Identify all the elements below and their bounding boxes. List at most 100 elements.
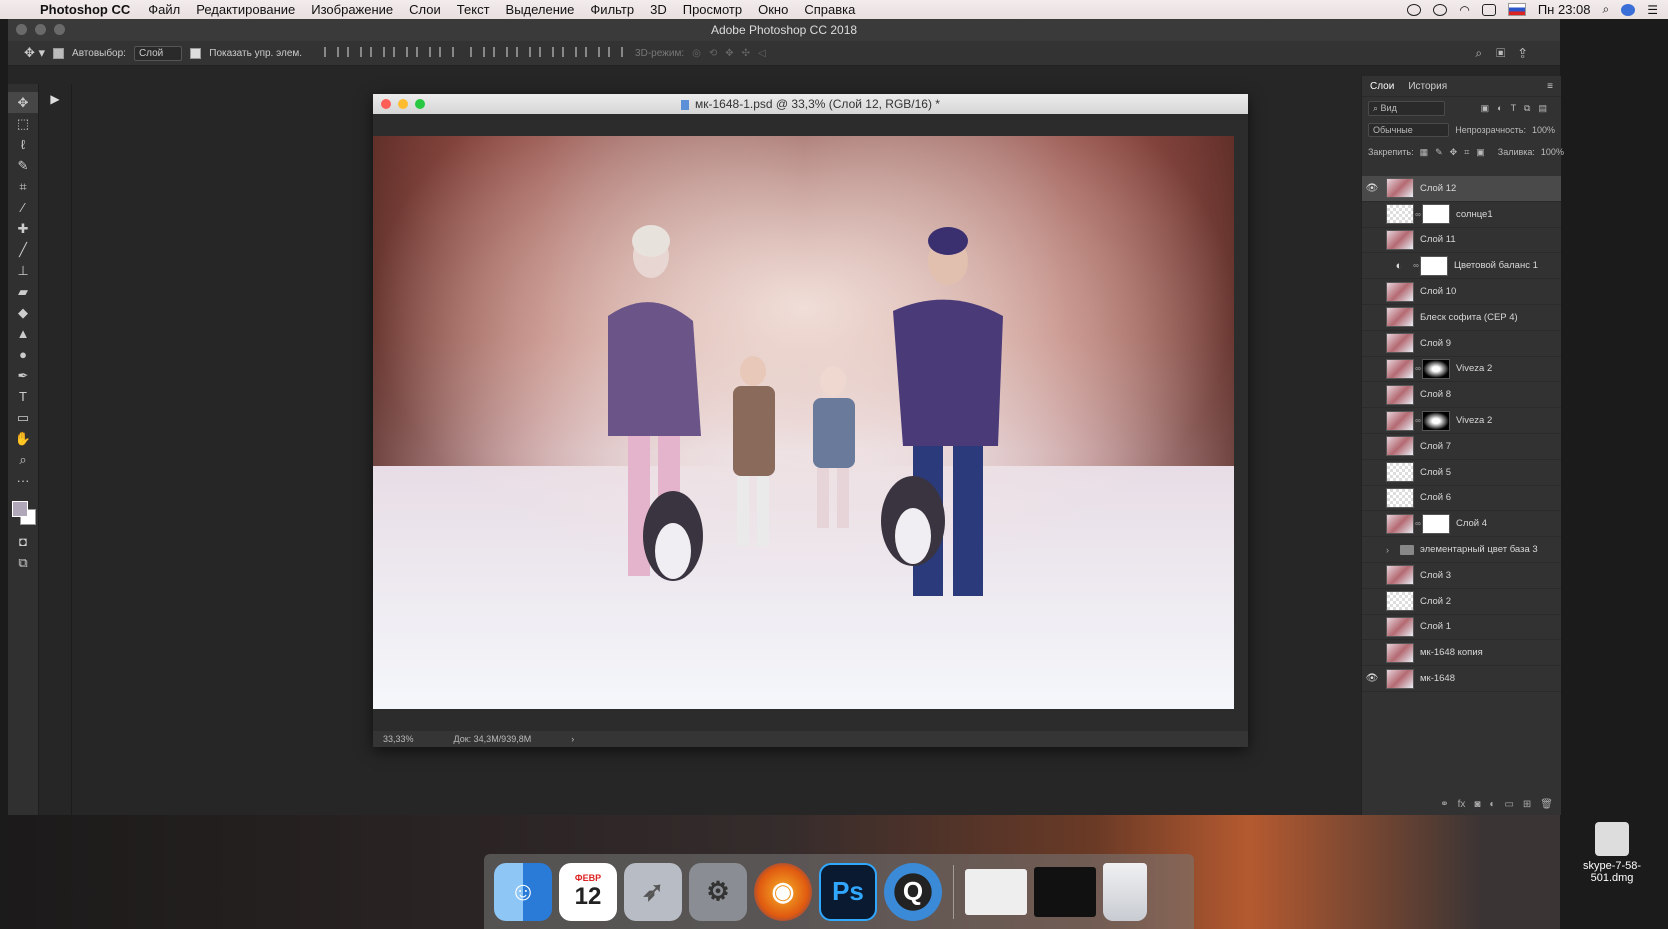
layer-row[interactable]: Блеск софита (СЕР 4) bbox=[1362, 305, 1561, 331]
minimize-doc-button[interactable] bbox=[398, 99, 408, 109]
layer-row[interactable]: Слой 1 bbox=[1362, 615, 1561, 641]
eyedropper-tool-icon[interactable]: ⁄ bbox=[8, 197, 38, 218]
adjustment-layer-icon[interactable]: ◐ bbox=[1489, 799, 1495, 810]
align-left-icon[interactable] bbox=[393, 46, 409, 57]
menu-text[interactable]: Текст bbox=[457, 2, 490, 17]
layer-row[interactable]: 👁 мк-1648 bbox=[1362, 666, 1561, 692]
firefox-icon[interactable]: ◉ bbox=[754, 862, 812, 921]
distribute-right-icon[interactable] bbox=[585, 46, 601, 57]
layer-row[interactable]: Слой 2 bbox=[1362, 589, 1561, 615]
zoom-window-button[interactable] bbox=[54, 24, 65, 35]
desktop-file-dmg[interactable]: skype-7-58-501.dmg bbox=[1565, 822, 1659, 884]
paint-bucket-tool-icon[interactable]: ◆ bbox=[8, 302, 38, 323]
screen-mode-icon[interactable]: ⧉ bbox=[8, 552, 38, 573]
layer-style-fx-icon[interactable]: fx bbox=[1458, 799, 1466, 810]
mask-link-icon[interactable]: ∞ bbox=[1414, 519, 1422, 528]
show-transform-controls-checkbox[interactable] bbox=[190, 47, 202, 59]
layer-row[interactable]: Слой 10 bbox=[1362, 279, 1561, 305]
zoom-level[interactable]: 33,33% bbox=[383, 734, 414, 744]
brush-tool-icon[interactable]: ╱ bbox=[8, 239, 38, 260]
input-source-flag-icon[interactable] bbox=[1507, 3, 1526, 16]
layer-row[interactable]: 👁 Слой 12 bbox=[1362, 176, 1561, 202]
group-expand-chevron-icon[interactable]: › bbox=[1386, 545, 1396, 555]
layer-mask-thumbnail[interactable] bbox=[1420, 255, 1448, 276]
record-icon[interactable] bbox=[1407, 3, 1422, 16]
align-buttons[interactable] bbox=[320, 46, 458, 60]
new-layer-icon[interactable]: ⊞ bbox=[1523, 799, 1531, 810]
close-window-button[interactable] bbox=[16, 24, 27, 35]
distribute-left-icon[interactable] bbox=[539, 46, 555, 57]
firefox-window-thumbnail-icon[interactable] bbox=[965, 868, 1027, 915]
wifi-icon[interactable]: ◠ bbox=[1459, 3, 1469, 17]
move-tool-icon[interactable]: ✥ bbox=[8, 92, 38, 113]
layer-row[interactable]: Слой 6 bbox=[1362, 486, 1561, 512]
layer-mask-thumbnail[interactable] bbox=[1422, 358, 1450, 379]
calendar-icon[interactable]: ФЕВР 12 bbox=[559, 862, 617, 921]
photoshop-window-thumbnail-icon[interactable] bbox=[1034, 866, 1096, 917]
hand-tool-icon[interactable]: ✋ bbox=[8, 428, 38, 449]
trash-icon[interactable] bbox=[1103, 862, 1147, 921]
layer-mask-thumbnail[interactable] bbox=[1422, 513, 1450, 534]
distribute-top-icon[interactable] bbox=[470, 46, 486, 57]
foreground-color-swatch[interactable] bbox=[12, 501, 28, 517]
mask-link-icon[interactable]: ∞ bbox=[1414, 416, 1422, 425]
eraser-tool-icon[interactable]: ▰ bbox=[8, 281, 38, 302]
add-mask-icon[interactable]: ◙ bbox=[1474, 799, 1480, 810]
layer-row[interactable]: Слой 8 bbox=[1362, 382, 1561, 409]
healing-brush-tool-icon[interactable]: ✚ bbox=[8, 218, 38, 239]
launchpad-rocket-icon[interactable]: ➶ bbox=[624, 862, 682, 921]
align-top-icon[interactable] bbox=[324, 46, 340, 57]
opacity-value[interactable]: 100% bbox=[1532, 125, 1555, 135]
align-right-icon[interactable] bbox=[439, 46, 455, 57]
siri-icon[interactable] bbox=[1621, 3, 1636, 16]
quick-select-tool-icon[interactable]: ✎ bbox=[8, 155, 38, 176]
distribute-buttons[interactable] bbox=[466, 46, 627, 60]
creative-cloud-icon[interactable] bbox=[1433, 3, 1448, 16]
panel-menu-icon[interactable]: ≡ bbox=[1547, 81, 1553, 92]
menu-select[interactable]: Выделение bbox=[506, 2, 575, 17]
layer-row[interactable]: мк-1648 копия bbox=[1362, 640, 1561, 667]
layer-row[interactable]: Слой 7 bbox=[1362, 434, 1561, 460]
auto-align-icon[interactable] bbox=[608, 46, 624, 57]
mask-link-icon[interactable]: ∞ bbox=[1414, 364, 1422, 373]
type-tool-icon[interactable]: T bbox=[8, 386, 38, 407]
crop-tool-icon[interactable]: ⌗ bbox=[8, 176, 38, 197]
document-size[interactable]: Док: 34,3M/939,8M bbox=[454, 734, 532, 744]
align-hcenter-icon[interactable] bbox=[416, 46, 432, 57]
minimize-window-button[interactable] bbox=[35, 24, 46, 35]
distribute-bottom-icon[interactable] bbox=[516, 46, 532, 57]
status-chevron-icon[interactable]: › bbox=[571, 734, 574, 744]
menu-help[interactable]: Справка bbox=[804, 2, 855, 17]
filter-type-icons[interactable]: ▣◐T⧉▤ bbox=[1481, 103, 1555, 114]
mask-link-icon[interactable]: ∞ bbox=[1414, 210, 1422, 219]
layer-mask-thumbnail[interactable] bbox=[1422, 410, 1450, 431]
menu-filter[interactable]: Фильтр bbox=[590, 2, 634, 17]
layer-filter-select[interactable]: ⌕ Вид bbox=[1368, 100, 1445, 116]
distribute-hcenter-icon[interactable] bbox=[562, 46, 578, 57]
photoshop-icon[interactable]: Ps bbox=[819, 862, 877, 921]
tab-layers[interactable]: Слои bbox=[1370, 81, 1394, 92]
distribute-vcenter-icon[interactable] bbox=[493, 46, 509, 57]
layer-row[interactable]: Слой 3 bbox=[1362, 563, 1561, 589]
menu-window[interactable]: Окно bbox=[758, 2, 788, 17]
notification-center-icon[interactable]: ☰ bbox=[1647, 3, 1658, 17]
align-bottom-icon[interactable] bbox=[370, 46, 386, 57]
spotlight-search-icon[interactable]: ⌕ bbox=[1603, 2, 1610, 17]
layer-row[interactable]: › элементарный цвет база 3 bbox=[1362, 537, 1561, 563]
quick-mask-icon[interactable]: ◘ bbox=[8, 531, 38, 552]
menu-edit[interactable]: Редактирование bbox=[196, 2, 295, 17]
finder-icon[interactable]: ☺ bbox=[494, 862, 552, 921]
menu-image[interactable]: Изображение bbox=[311, 2, 393, 17]
blend-mode-select[interactable]: Обычные bbox=[1368, 123, 1450, 137]
menu-3d[interactable]: 3D bbox=[650, 2, 667, 17]
layer-row[interactable]: ∞ Слой 4 bbox=[1362, 511, 1561, 538]
new-group-icon[interactable]: ▭ bbox=[1504, 799, 1513, 810]
menu-app-name[interactable]: Photoshop CC bbox=[40, 2, 130, 17]
visibility-eye-icon[interactable]: 👁 bbox=[1362, 183, 1382, 194]
photo-canvas[interactable] bbox=[373, 136, 1234, 709]
mask-link-icon[interactable]: ∞ bbox=[1412, 261, 1420, 270]
quicktime-icon[interactable]: Q bbox=[884, 862, 942, 921]
clock[interactable]: Пн 23:08 bbox=[1538, 2, 1591, 17]
layer-row[interactable]: Слой 11 bbox=[1362, 228, 1561, 254]
pen-tool-icon[interactable]: ✒ bbox=[8, 365, 38, 386]
